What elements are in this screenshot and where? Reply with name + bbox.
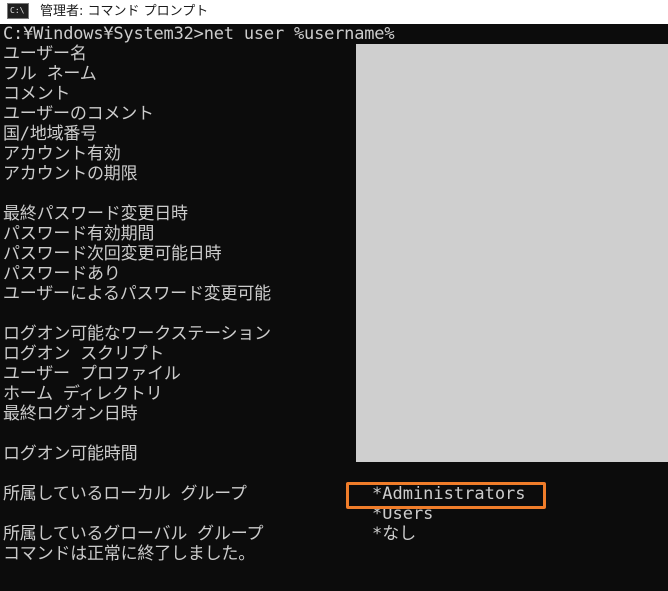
label-local-groups: 所属しているローカル グループ xyxy=(3,484,247,504)
label-password-required: パスワードあり xyxy=(3,264,121,284)
command-line: C:¥Windows¥System32>net user %username% xyxy=(3,24,395,44)
label-password-expires: パスワード有効期間 xyxy=(3,224,155,244)
label-global-groups: 所属しているグローバル グループ xyxy=(3,524,264,544)
completion-message: コマンドは正常に終了しました。 xyxy=(3,544,255,564)
label-logon-hours: ログオン可能時間 xyxy=(3,444,138,464)
window-title: 管理者: コマンド プロンプト xyxy=(40,4,209,19)
label-account-active: アカウント有効 xyxy=(3,144,121,164)
console-icon: C:\ xyxy=(7,3,29,19)
title-bar[interactable]: C:\ 管理者: コマンド プロンプト xyxy=(0,0,668,24)
command-prompt-window: C:\ 管理者: コマンド プロンプト C:¥Windows¥System32>… xyxy=(0,0,668,591)
label-account-expires: アカウントの期限 xyxy=(3,164,138,184)
label-user-comment: ユーザーのコメント xyxy=(3,104,154,124)
label-password-changeable: パスワード次回変更可能日時 xyxy=(3,244,222,264)
console-output[interactable]: C:¥Windows¥System32>net user %username% … xyxy=(0,24,668,591)
label-user-may-change-password: ユーザーによるパスワード変更可能 xyxy=(3,284,271,304)
redaction-block xyxy=(356,44,668,462)
label-last-logon: 最終ログオン日時 xyxy=(3,404,138,424)
global-group-none: *なし xyxy=(372,524,417,544)
label-full-name: フル ネーム xyxy=(3,64,97,84)
label-workstations-allowed: ログオン可能なワークステーション xyxy=(3,324,271,344)
label-logon-script: ログオン スクリプト xyxy=(3,344,165,364)
label-home-directory: ホーム ディレクトリ xyxy=(3,384,163,404)
label-country-code: 国/地域番号 xyxy=(3,124,98,144)
label-comment: コメント xyxy=(3,84,71,104)
label-password-last-set: 最終パスワード変更日時 xyxy=(3,204,188,224)
administrators-highlight xyxy=(346,482,546,509)
label-user-name: ユーザー名 xyxy=(3,44,87,64)
label-user-profile: ユーザー プロファイル xyxy=(3,364,181,384)
